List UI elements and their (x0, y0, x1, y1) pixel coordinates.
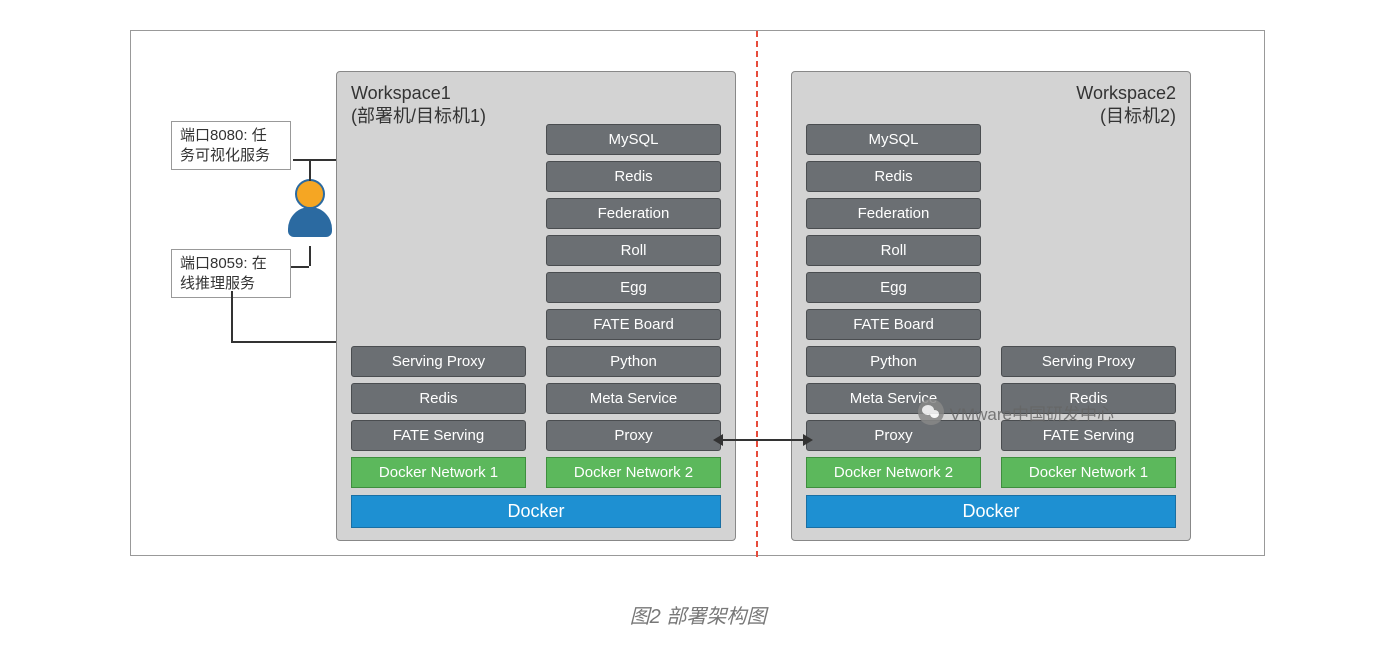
connector-line (231, 291, 233, 341)
node-fate-board: FATE Board (806, 309, 981, 340)
node-redis: Redis (806, 161, 981, 192)
node-egg: Egg (806, 272, 981, 303)
node-federation: Federation (806, 198, 981, 229)
node-fate-board: FATE Board (546, 309, 721, 340)
annotation-port-8080: 端口8080: 任 务可视化服务 (171, 121, 291, 170)
connector-line (231, 341, 345, 343)
workspace-2-title: Workspace2 (目标机2) (1076, 82, 1176, 129)
connector-line (309, 161, 311, 181)
node-serving-proxy: Serving Proxy (1001, 346, 1176, 377)
wechat-icon (918, 399, 944, 425)
diagram-frame: 端口8080: 任 务可视化服务 端口8059: 在 线推理服务 Workspa… (130, 30, 1265, 556)
node-python: Python (546, 346, 721, 377)
node-python: Python (806, 346, 981, 377)
watermark-text: VMware中国研发中心 (950, 400, 1114, 425)
node-egg: Egg (546, 272, 721, 303)
watermark: VMware中国研发中心 (918, 399, 1114, 425)
node-proxy: Proxy (546, 420, 721, 451)
ws2-left-stack: MySQL Redis Federation Roll Egg FATE Boa… (806, 124, 981, 488)
node-roll: Roll (546, 235, 721, 266)
node-roll: Roll (806, 235, 981, 266)
workspace-1: Workspace1 (部署机/目标机1) Serving Proxy Redi… (336, 71, 736, 541)
node-redis: Redis (351, 383, 526, 414)
ws1-right-stack: MySQL Redis Federation Roll Egg FATE Boa… (546, 124, 721, 488)
connector-line (309, 246, 311, 266)
user-icon (286, 179, 334, 249)
connector-line (291, 266, 309, 268)
workspace-2: Workspace2 (目标机2) MySQL Redis Federation… (791, 71, 1191, 541)
figure-caption: 图2 部署架构图 (0, 600, 1396, 629)
node-fate-serving: FATE Serving (351, 420, 526, 451)
node-meta-service: Meta Service (546, 383, 721, 414)
center-divider (756, 31, 758, 557)
node-federation: Federation (546, 198, 721, 229)
docker-network-2: Docker Network 2 (806, 457, 981, 488)
arrow-left-icon (713, 434, 723, 446)
arrow-right-icon (803, 434, 813, 446)
docker-network-2: Docker Network 2 (546, 457, 721, 488)
docker-bar: Docker (351, 495, 721, 528)
workspace-1-title: Workspace1 (部署机/目标机1) (351, 82, 486, 129)
docker-network-1: Docker Network 1 (1001, 457, 1176, 488)
docker-network-1: Docker Network 1 (351, 457, 526, 488)
docker-bar: Docker (806, 495, 1176, 528)
node-mysql: MySQL (806, 124, 981, 155)
node-mysql: MySQL (546, 124, 721, 155)
ws1-left-stack: Serving Proxy Redis FATE Serving Docker … (351, 346, 526, 488)
node-serving-proxy: Serving Proxy (351, 346, 526, 377)
node-redis: Redis (546, 161, 721, 192)
proxy-connection-line (721, 439, 806, 441)
